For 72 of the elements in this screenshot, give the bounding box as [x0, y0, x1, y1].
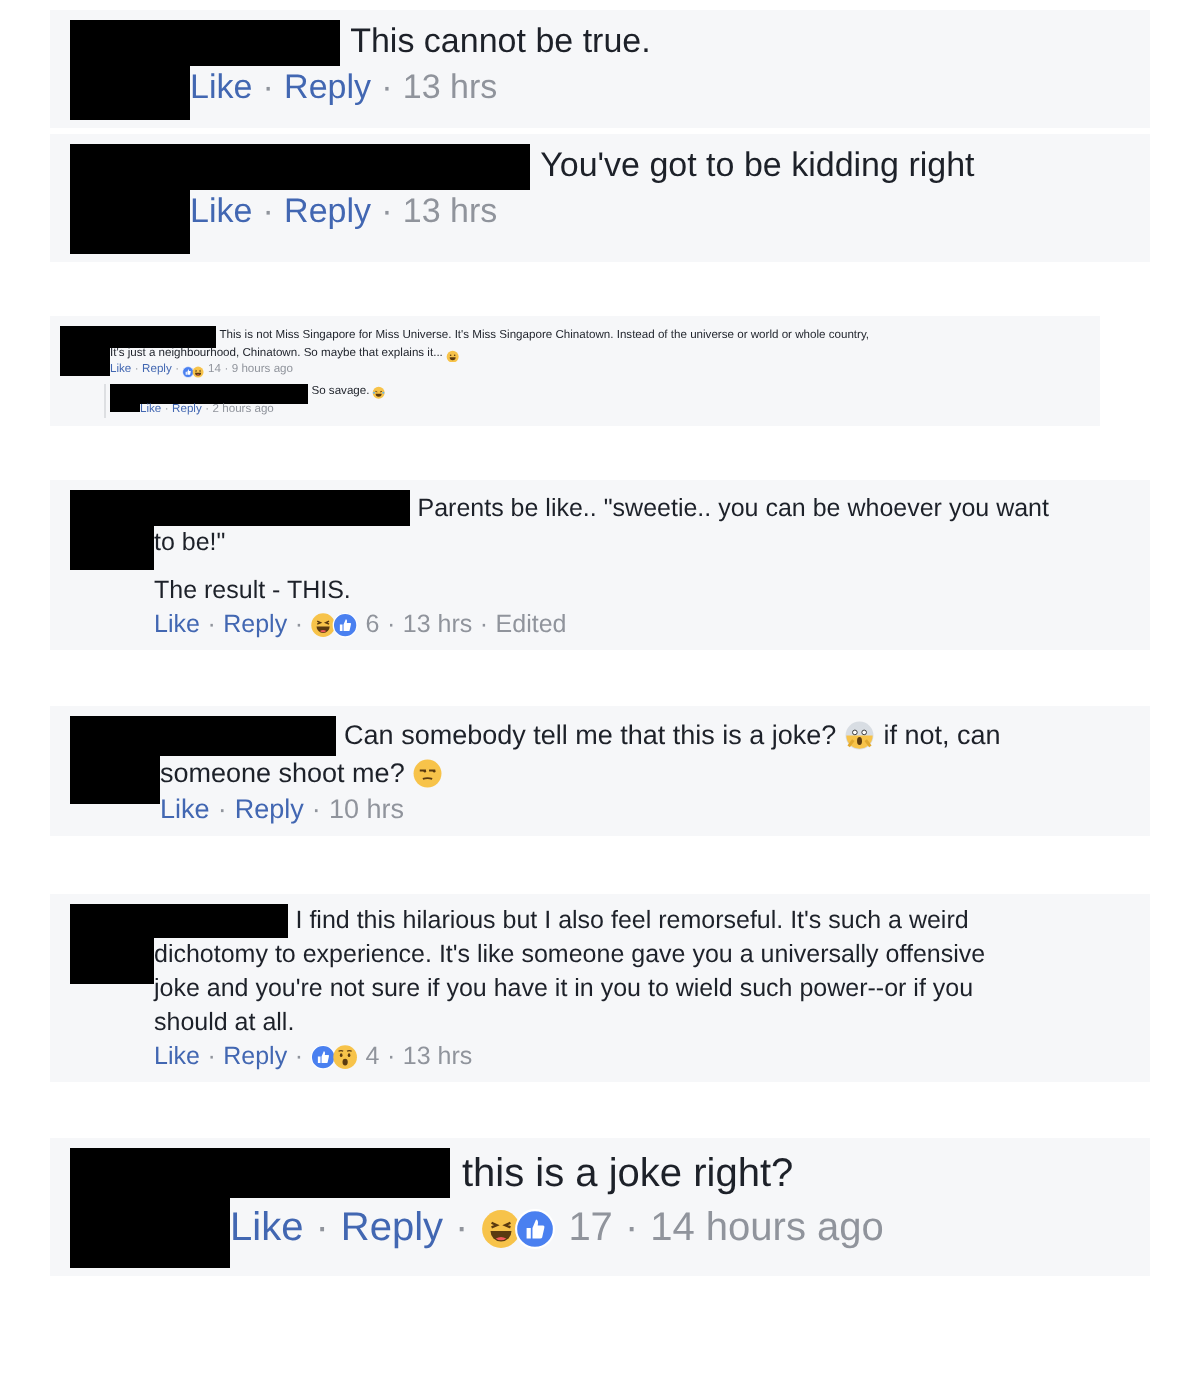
reaction-count: 17: [568, 1203, 613, 1254]
separator: ·: [207, 1040, 216, 1074]
separator: ·: [455, 1203, 469, 1254]
edited-label: Edited: [495, 608, 567, 642]
surprised-face-icon: [331, 1043, 358, 1070]
timestamp: 13 hrs: [402, 608, 473, 642]
timestamp: 13 hrs: [402, 66, 498, 110]
reply-link[interactable]: Reply: [223, 1040, 288, 1074]
separator: ·: [386, 608, 396, 642]
comment-text: joke and you're not sure if you have it in you to wield such power--or if you: [154, 972, 974, 1007]
redacted-avatar: [70, 144, 190, 254]
timestamp: 13 hrs: [402, 190, 498, 234]
comment-text: if not, can: [883, 717, 1001, 754]
laughing-face-icon: [192, 365, 205, 378]
comment-text: this is a joke right?: [462, 1149, 794, 1200]
separator: ·: [262, 66, 274, 110]
separator: ·: [262, 190, 274, 234]
separator: ·: [311, 792, 321, 829]
reply-link[interactable]: Reply: [234, 792, 304, 829]
separator: ·: [479, 608, 489, 642]
thumbs-up-icon: [310, 1043, 337, 1070]
redacted-avatar: [110, 383, 140, 412]
like-link[interactable]: Like: [154, 1040, 200, 1074]
separator: ·: [381, 66, 393, 110]
thumbs-up-icon: [514, 1207, 557, 1250]
redacted-avatar: [70, 715, 160, 804]
comment-text: This cannot be true.: [350, 20, 651, 65]
separator: ·: [381, 190, 393, 234]
redacted-avatar: [70, 20, 190, 120]
separator: ·: [624, 1203, 639, 1254]
comment-text: should at all.: [154, 1006, 295, 1040]
separator: ·: [294, 608, 303, 642]
redacted-name: [110, 326, 216, 348]
comment-text: I find this hilarious but I also feel remorseful. It's such a weird: [295, 904, 969, 939]
comment-text: You've got to be kidding right: [540, 144, 975, 189]
redacted-avatar: [70, 490, 154, 571]
separator: ·: [207, 608, 216, 642]
thumbs-up-icon: [331, 611, 358, 639]
comment-text: The result - THIS.: [154, 574, 351, 609]
reaction-count: 6: [365, 608, 380, 642]
laughing-face-icon: [310, 611, 337, 639]
like-link[interactable]: Like: [154, 608, 200, 642]
comment-text: to be!": [154, 526, 226, 561]
like-link[interactable]: Like: [160, 792, 210, 829]
timestamp: 14 hours ago: [650, 1203, 884, 1254]
thumbs-up-icon: [182, 365, 195, 378]
timestamp: 10 hrs: [328, 792, 404, 829]
separator: ·: [294, 1040, 303, 1074]
comment-text: someone shoot me?: [160, 755, 405, 792]
separator: ·: [386, 1040, 396, 1074]
redacted-avatar: [60, 326, 110, 376]
redacted-avatar: [70, 904, 154, 985]
comment-text: Parents be like.. "sweetie.. you can be whoever you want: [417, 492, 1049, 526]
laughing-face-icon: [372, 386, 387, 400]
timestamp: 13 hrs: [402, 1040, 473, 1074]
like-link[interactable]: Like: [190, 66, 253, 112]
laughing-face-icon: [480, 1207, 523, 1250]
reply-link[interactable]: Reply: [284, 66, 372, 112]
comment-text: dichotomy to experience. It's like someone gave you a universally offensive: [154, 938, 986, 973]
like-link[interactable]: Like: [190, 190, 253, 236]
screaming-face-icon: [844, 720, 876, 752]
redacted-name: [154, 904, 288, 939]
grinning-face-icon: [446, 349, 460, 363]
reply-link[interactable]: Reply: [223, 608, 288, 642]
reply-link[interactable]: Reply: [284, 190, 372, 236]
comment-text: Can somebody tell me that this is a joke?: [344, 717, 837, 754]
separator: ·: [315, 1203, 329, 1254]
unamused-face-icon: [412, 758, 444, 790]
reaction-count: 4: [365, 1040, 380, 1074]
like-link[interactable]: Like: [230, 1201, 304, 1256]
reply-link[interactable]: Reply: [340, 1201, 444, 1256]
separator: ·: [217, 792, 227, 829]
